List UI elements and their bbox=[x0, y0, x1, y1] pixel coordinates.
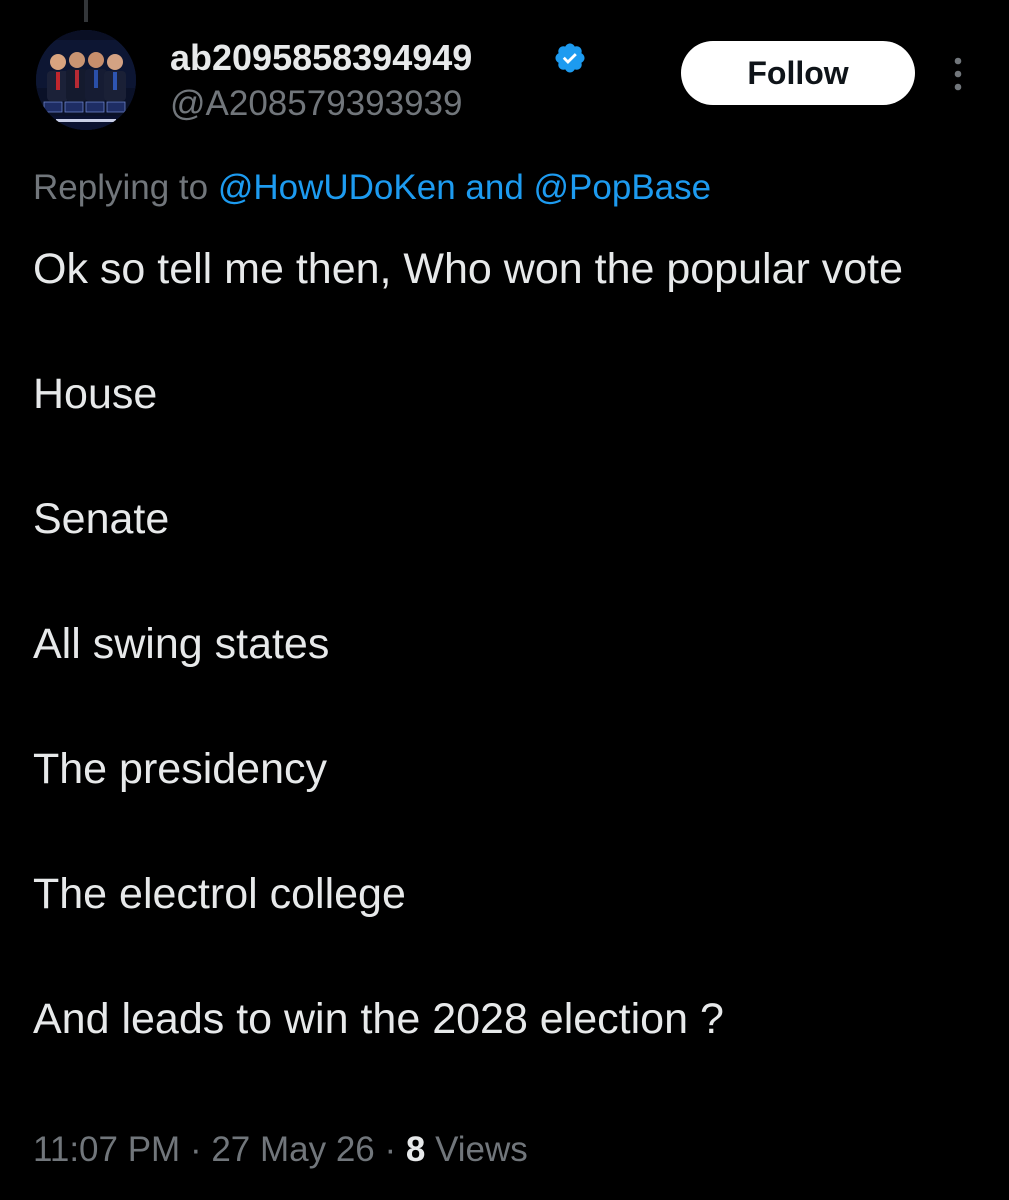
meta-separator: · bbox=[374, 1130, 406, 1169]
avatar-image bbox=[36, 30, 136, 130]
tweet-line: House bbox=[33, 370, 158, 418]
thread-connector-line bbox=[84, 0, 88, 22]
verified-badge-icon bbox=[555, 43, 585, 73]
tweet-line: Senate bbox=[33, 495, 170, 543]
tweet-date[interactable]: 27 May 26 bbox=[211, 1130, 374, 1169]
views-label: Views bbox=[425, 1130, 528, 1169]
tweet-line: All swing states bbox=[33, 620, 330, 668]
more-options-icon[interactable] bbox=[945, 54, 971, 94]
meta-separator: · bbox=[180, 1130, 212, 1169]
replying-to-line: Replying to @HowUDoKen and @PopBase bbox=[33, 166, 711, 210]
mention-link-howudoken[interactable]: @HowUDoKen bbox=[218, 168, 456, 207]
tweet-metadata: 11:07 PM · 27 May 26 · 8 Views bbox=[33, 1128, 528, 1172]
tweet-time[interactable]: 11:07 PM bbox=[33, 1130, 180, 1169]
follow-button[interactable]: Follow bbox=[681, 41, 915, 105]
mention-link-popbase[interactable]: @PopBase bbox=[534, 168, 712, 207]
avatar[interactable] bbox=[36, 30, 136, 130]
tweet-line: The presidency bbox=[33, 745, 327, 793]
replying-to-prefix: Replying to bbox=[33, 168, 218, 207]
tweet-body: Ok so tell me then, Who won the popular … bbox=[33, 238, 973, 1051]
author-display-name[interactable]: ab2095858394949 bbox=[170, 36, 472, 80]
tweet-line: Ok so tell me then, Who won the popular … bbox=[33, 245, 904, 293]
tweet-line: And leads to win the 2028 election ? bbox=[33, 995, 724, 1043]
mention-joiner: and bbox=[455, 168, 534, 207]
author-handle[interactable]: @A208579393939 bbox=[170, 82, 462, 126]
tweet-line: The electrol college bbox=[33, 870, 406, 918]
views-count[interactable]: 8 bbox=[406, 1130, 425, 1169]
